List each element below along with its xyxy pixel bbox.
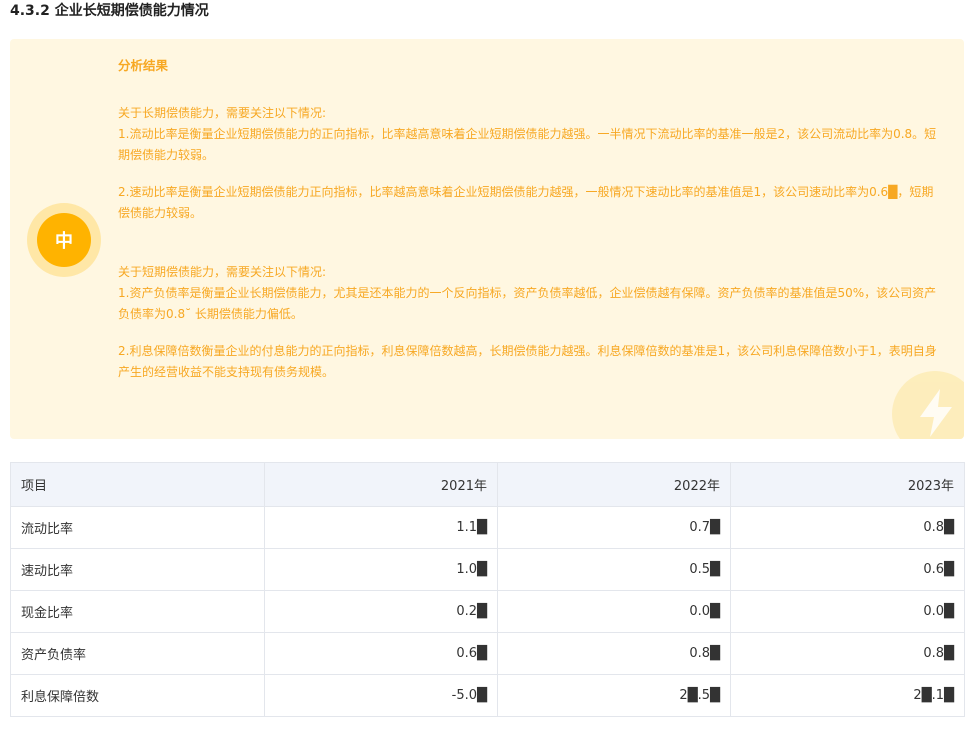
header-2021: 2021年 [264,462,498,507]
quick-ratio-note: 2.速动比率是衡量企业短期偿债能力正向指标，比率越高意味着企业短期偿债能力越强，… [118,185,934,220]
cell-value: 2█.5█ [497,674,731,717]
cell-value: 0.8█ [730,632,965,675]
cell-value: 0.7█ [497,506,731,549]
cell-value: 0.6█ [264,632,498,675]
cell-value: 0.8█ [497,632,731,675]
long-term-intro: 关于长期偿债能力，需要关注以下情况: [118,106,327,120]
header-2023: 2023年 [730,462,965,507]
table-header-row: 项目 2021年 2022年 2023年 [10,462,965,507]
table-row: 流动比率 1.1█ 0.7█ 0.8█ [10,506,965,549]
analysis-content: 分析结果 关于长期偿债能力，需要关注以下情况: 1.流动比率是衡量企业短期偿债能… [118,55,938,383]
row-label: 资产负债率 [10,632,265,675]
cell-value: 0.2█ [264,590,498,633]
cell-value: 0.6█ [730,548,965,591]
table-row: 速动比率 1.0█ 0.5█ 0.6█ [10,548,965,591]
cell-value: 0.0█ [730,590,965,633]
row-label: 利息保障倍数 [10,674,265,717]
cell-value: -5.0█ [264,674,498,717]
table-row: 利息保障倍数 -5.0█ 2█.5█ 2█.1█ [10,674,965,717]
section-title: 4.3.2 企业长短期偿债能力情况 [10,3,209,19]
level-badge: 中 [27,203,101,277]
row-label: 速动比率 [10,548,265,591]
current-ratio-note: 1.流动比率是衡量企业短期偿债能力的正向指标，比率越高意味着企业短期偿债能力越强… [118,127,937,162]
table-row: 现金比率 0.2█ 0.0█ 0.0█ [10,590,965,633]
table-row: 资产负债率 0.6█ 0.8█ 0.8█ [10,632,965,675]
analysis-card: 中 分析结果 关于长期偿债能力，需要关注以下情况: 1.流动比率是衡量企业短期偿… [10,39,964,439]
cell-value: 0.0█ [497,590,731,633]
level-badge-label: 中 [37,213,91,267]
header-2022: 2022年 [497,462,731,507]
short-term-intro: 关于短期偿债能力，需要关注以下情况: [118,265,327,279]
header-item: 项目 [10,462,265,507]
cell-value: 1.0█ [264,548,498,591]
analysis-heading: 分析结果 [118,58,169,73]
solvency-table: 项目 2021年 2022年 2023年 流动比率 1.1█ 0.7█ 0.8█… [10,462,965,717]
cell-value: 2█.1█ [730,674,965,717]
interest-coverage-note: 2.利息保障倍数衡量企业的付息能力的正向指标，利息保障倍数越高，长期偿债能力越强… [118,344,937,379]
cell-value: 0.5█ [497,548,731,591]
cell-value: 0.8█ [730,506,965,549]
row-label: 流动比率 [10,506,265,549]
debt-ratio-note: 1.资产负债率是衡量企业长期偿债能力，尤其是还本能力的一个反向指标，资产负债率越… [118,286,937,321]
row-label: 现金比率 [10,590,265,633]
cell-value: 1.1█ [264,506,498,549]
